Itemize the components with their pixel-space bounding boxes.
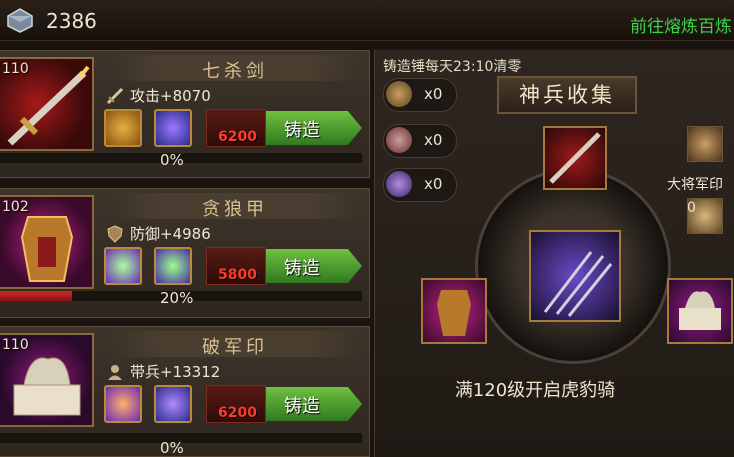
- seal-material-count: 0: [687, 200, 696, 216]
- armor-image: [437, 290, 471, 336]
- equipment-portrait[interactable]: 110: [0, 57, 94, 151]
- equipment-card: 102 贪狼甲 防御+4986 铸造 5800 20%: [0, 188, 370, 318]
- gold-gem-slot[interactable]: [104, 109, 142, 147]
- equipment-stat: 攻击+8070: [106, 85, 211, 106]
- equipment-stat: 防御+4986: [106, 223, 211, 244]
- hammer-counter[interactable]: x0: [383, 78, 457, 112]
- forge-cost: 6200: [218, 129, 257, 145]
- equipment-card: 110 破军印 带兵+13312 铸造 6200 0%: [0, 326, 370, 457]
- equipment-level: 110: [2, 337, 29, 353]
- sword-slot[interactable]: [543, 126, 607, 190]
- equipment-name: 七杀剑: [202, 61, 268, 82]
- forge-control: 铸造 6200: [206, 385, 362, 423]
- general-seal-item[interactable]: [687, 126, 723, 162]
- rainbow-gem-slot[interactable]: [154, 247, 192, 285]
- general-seal-label: 大将军印: [667, 177, 723, 193]
- unlock-requirement-text: 满120级开启虎豹骑: [454, 380, 616, 401]
- forge-button-label: 铸造: [284, 120, 320, 141]
- seal-image: [679, 291, 721, 330]
- collection-panel: 铸造锤每天23:10清零 x0 x0 x0 神兵收集 大将军印 0 满120级开…: [374, 50, 734, 457]
- resource-amount: 2386: [46, 9, 97, 33]
- rainbow-gem-slot[interactable]: [104, 247, 142, 285]
- silver-hammer-icon: [386, 127, 412, 153]
- forge-control: 铸造 6200: [206, 109, 362, 147]
- rainbow-gem-slot[interactable]: [104, 385, 142, 423]
- forge-control: 铸造 5800: [206, 247, 362, 285]
- sword-image: [549, 132, 601, 184]
- hammer-counter[interactable]: x0: [383, 124, 457, 158]
- bronze-hammer-icon: [386, 81, 412, 107]
- collection-title: 神兵收集: [497, 76, 637, 114]
- progress-text: 20%: [160, 289, 194, 307]
- forge-button-label: 铸造: [284, 258, 320, 279]
- progress-fill: [0, 291, 73, 301]
- purple-gem-slot[interactable]: [154, 385, 192, 423]
- progress-text: 0%: [160, 439, 184, 457]
- equipment-portrait[interactable]: 110: [0, 333, 94, 427]
- equipment-level: 102: [2, 199, 29, 215]
- top-bar: 2386 前往熔炼百炼: [0, 0, 734, 41]
- equipment-stat: 带兵+13312: [106, 361, 220, 382]
- equipment-card: 110 七杀剑 攻击+8070 铸造 6200 0%: [0, 50, 370, 178]
- forge-button-label: 铸造: [284, 396, 320, 417]
- forge-cost: 5800: [218, 267, 257, 283]
- equipment-name: 贪狼甲: [202, 199, 268, 220]
- equipment-name: 破军印: [202, 337, 268, 358]
- cavalry-slot[interactable]: [529, 230, 621, 322]
- shield-icon: [107, 224, 123, 243]
- purple-hammer-icon: [386, 171, 412, 197]
- iron-ore-icon: [7, 8, 33, 33]
- goto-smelt-link[interactable]: 前往熔炼百炼: [630, 12, 732, 37]
- forge-cost: 6200: [218, 405, 257, 421]
- armor-slot[interactable]: [421, 278, 487, 344]
- progress-text: 0%: [160, 151, 184, 169]
- equipment-portrait[interactable]: 102: [0, 195, 94, 289]
- seal-slot[interactable]: [667, 278, 733, 344]
- purple-gem-slot[interactable]: [154, 109, 192, 147]
- hammer-counter[interactable]: x0: [383, 168, 457, 202]
- equipment-level: 110: [2, 61, 29, 77]
- spear-image: [543, 251, 613, 317]
- sword-icon: [106, 87, 124, 104]
- hammer-reset-text: 铸造锤每天23:10清零: [383, 59, 522, 75]
- general-icon: [108, 364, 122, 380]
